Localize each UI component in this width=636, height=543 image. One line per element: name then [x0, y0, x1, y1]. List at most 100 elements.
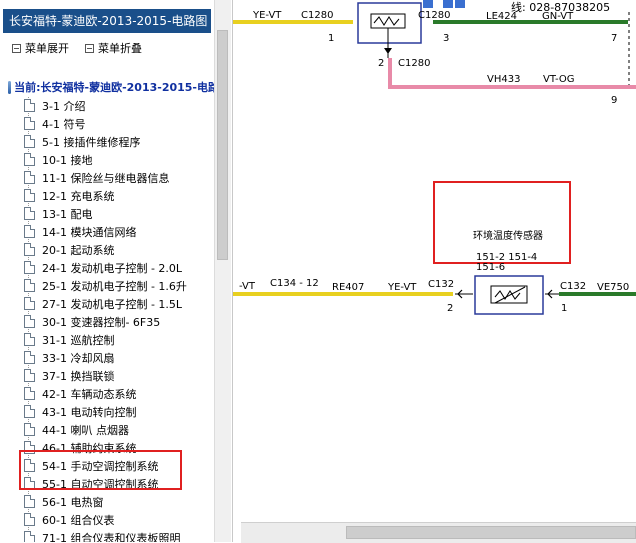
document-icon	[24, 351, 35, 364]
document-icon	[24, 261, 35, 274]
wire-label: -VT	[239, 281, 256, 292]
tree-item[interactable]: 33-1 冷却风扇	[24, 349, 114, 366]
circuit-label: LE424	[486, 11, 517, 22]
tree-item[interactable]: 13-1 配电	[24, 205, 92, 222]
tree-item[interactable]: 25-1 发动机电子控制 - 1.6升	[24, 277, 187, 294]
tree-item-label: 12-1 充电系统	[42, 189, 115, 203]
pin-label: 2	[447, 303, 453, 314]
document-icon	[24, 387, 35, 400]
wiring-diagram: 线: 028-87038205 YE-VT C1280 1 C1280 3 LE…	[233, 0, 636, 315]
document-icon	[24, 207, 35, 220]
pin-label: 1	[561, 303, 567, 314]
tree-item-label: 33-1 冷却风扇	[42, 351, 115, 365]
document-icon	[24, 279, 35, 292]
tree-item[interactable]: 3-1 介绍	[24, 97, 85, 114]
arrow-icon	[384, 48, 392, 54]
tree-item[interactable]: 42-1 车辆动态系统	[24, 385, 136, 402]
collapse-menu-label: 菜单折叠	[98, 42, 142, 55]
tree-item[interactable]: 11-1 保险丝与继电器信息	[24, 169, 169, 186]
tree-item-label: 11-1 保险丝与继电器信息	[42, 171, 170, 185]
diagram-panel: 线: 028-87038205 YE-VT C1280 1 C1280 3 LE…	[233, 0, 636, 542]
tree-item-label: 3-1 介绍	[42, 99, 86, 113]
document-icon	[24, 531, 35, 542]
tree-root[interactable]: 当前:长安福特-蒙迪欧-2013-2015-电路图	[8, 79, 230, 95]
tree-item-label: 71-1 组合仪表和仪表板照明	[42, 531, 181, 543]
document-icon	[24, 513, 35, 526]
tree-item-label: 24-1 发动机电子控制 - 2.0L	[42, 261, 183, 275]
pin-label: 9	[611, 95, 617, 106]
tree-item-label: 20-1 起动系统	[42, 243, 115, 257]
sidebar-title: 长安福特-蒙迪欧-2013-2015-电路图	[3, 9, 211, 33]
tree-item[interactable]: 31-1 巡航控制	[24, 331, 114, 348]
wire-label: GN-VT	[542, 11, 574, 22]
book-icon	[8, 80, 12, 94]
document-icon	[24, 243, 35, 256]
connector-label: C1280	[398, 58, 430, 69]
tree-item[interactable]: 4-1 符号	[24, 115, 85, 132]
expand-menu-label: 菜单展开	[25, 42, 69, 55]
collapse-icon	[85, 43, 94, 53]
connector-label: C134 - 12	[270, 278, 319, 289]
document-icon	[24, 297, 35, 310]
document-icon	[24, 423, 35, 436]
wire-label: VT-OG	[543, 74, 575, 85]
circuit-label: VE750	[597, 282, 629, 293]
tree-item-label: 13-1 配电	[42, 207, 93, 221]
component-id: 151-6	[476, 262, 505, 273]
diagram-scrollbar[interactable]	[241, 522, 636, 543]
tree-item-label: 14-1 模块通信网络	[42, 225, 137, 239]
tree-item-label: 42-1 车辆动态系统	[42, 387, 137, 401]
tree-item[interactable]: 60-1 组合仪表	[24, 511, 114, 528]
circuit-label: RE407	[332, 282, 364, 293]
tree-item[interactable]: 30-1 变速器控制- 6F35	[24, 313, 160, 330]
tree-item-label: 30-1 变速器控制- 6F35	[42, 315, 161, 329]
tree-item-label: 27-1 发动机电子控制 - 1.5L	[42, 297, 183, 311]
toolbar-icon[interactable]	[423, 0, 433, 8]
toolbar-icon[interactable]	[455, 0, 465, 8]
sidebar-scrollbar[interactable]	[214, 0, 231, 542]
connector-label: C132	[560, 281, 586, 292]
sidebar-panel: 长安福特-蒙迪欧-2013-2015-电路图 菜单展开 菜单折叠 当前:长安福特…	[0, 0, 233, 542]
tree-item-label: 25-1 发动机电子控制 - 1.6升	[42, 279, 187, 293]
document-icon	[24, 99, 35, 112]
tree-item[interactable]: 5-1 接插件维修程序	[24, 133, 140, 150]
tree-item-label: 37-1 换挡联锁	[42, 369, 115, 383]
connector-label: C1280	[301, 10, 333, 21]
tree-item[interactable]: 37-1 换挡联锁	[24, 367, 114, 384]
expand-menu-button[interactable]: 菜单展开	[12, 40, 69, 56]
highlight-box-menu	[19, 450, 182, 490]
document-icon	[24, 495, 35, 508]
sidebar-scroll-thumb[interactable]	[217, 30, 228, 260]
tree-item-label: 44-1 喇叭 点烟器	[42, 423, 129, 437]
tree-item-label: 10-1 接地	[42, 153, 93, 167]
tree-item[interactable]: 56-1 电热窗	[24, 493, 103, 510]
tree-item-label: 56-1 电热窗	[42, 495, 104, 509]
tree-item[interactable]: 71-1 组合仪表和仪表板照明	[24, 529, 180, 542]
tree-item[interactable]: 27-1 发动机电子控制 - 1.5L	[24, 295, 182, 312]
pin-label: 7	[611, 33, 617, 44]
tree-item[interactable]: 24-1 发动机电子控制 - 2.0L	[24, 259, 182, 276]
document-icon	[24, 171, 35, 184]
circuit-label: VH433	[487, 74, 520, 85]
highlight-box-component	[433, 181, 571, 264]
tree-item[interactable]: 43-1 电动转向控制	[24, 403, 136, 420]
tree-item[interactable]: 12-1 充电系统	[24, 187, 114, 204]
wire-label: YE-VT	[387, 282, 417, 293]
pin-label: 3	[443, 33, 449, 44]
connector-label: C132	[428, 279, 454, 290]
tree-item[interactable]: 10-1 接地	[24, 151, 92, 168]
expand-icon	[12, 43, 21, 53]
tree-item[interactable]: 14-1 模块通信网络	[24, 223, 136, 240]
document-icon	[24, 153, 35, 166]
diagram-scroll-thumb[interactable]	[346, 526, 636, 539]
tree-root-label: 当前:长安福特-蒙迪欧-2013-2015-电路图	[14, 81, 230, 94]
tree-item-label: 60-1 组合仪表	[42, 513, 115, 527]
tree-item-label: 43-1 电动转向控制	[42, 405, 137, 419]
document-icon	[24, 225, 35, 238]
wire-label: YE-VT	[252, 10, 282, 21]
tree-item[interactable]: 44-1 喇叭 点烟器	[24, 421, 129, 438]
connector-label: C1280	[418, 10, 450, 21]
tree-item[interactable]: 20-1 起动系统	[24, 241, 114, 258]
toolbar-icon[interactable]	[443, 0, 453, 8]
collapse-menu-button[interactable]: 菜单折叠	[85, 40, 142, 56]
